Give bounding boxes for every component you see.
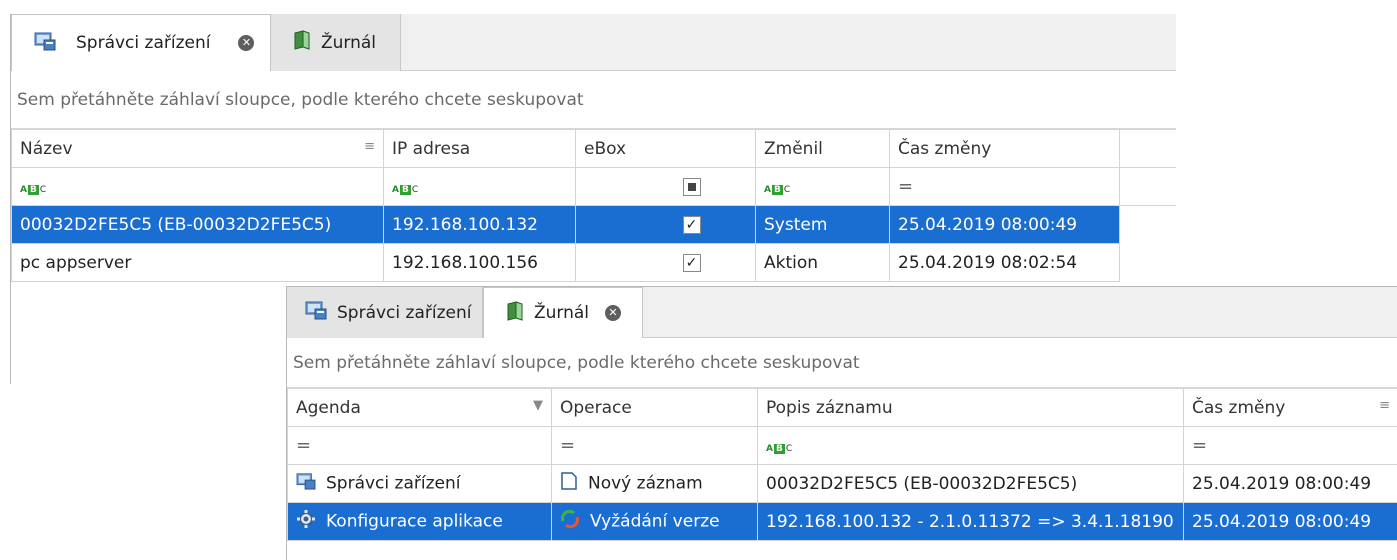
filter-cell-ip[interactable]: ABC	[383, 167, 576, 206]
filter-cell-operation[interactable]: =	[551, 426, 758, 465]
filter-row: ABC ABC ABC =	[11, 167, 1176, 206]
text-filter-icon: ABC	[766, 443, 793, 454]
text-filter-icon: ABC	[20, 184, 47, 195]
filter-cell-ebox[interactable]	[575, 167, 756, 206]
equals-filter-icon: =	[898, 176, 914, 197]
cell-ip: 192.168.100.156	[383, 243, 576, 282]
tab-label: Žurnál	[534, 303, 590, 323]
table-row[interactable]: pc appserver 192.168.100.156 ✓ Aktion 25…	[11, 243, 1177, 282]
grid-header-row: Agenda ▼ Operace Popis záznamu Čas změny ≡	[287, 388, 1397, 427]
cell-operation: Vyžádání verze	[551, 502, 758, 541]
column-header-name[interactable]: Název ≡	[11, 129, 384, 168]
cell-time: 25.04.2019 08:00:49	[889, 205, 1120, 244]
text-filter-icon: ABC	[392, 184, 419, 195]
column-header-agenda[interactable]: Agenda ▼	[287, 388, 552, 427]
column-header-ebox[interactable]: eBox	[575, 129, 756, 168]
tab-bar: Správci zařízení ✕ Žurnál	[11, 14, 1176, 71]
empty-cell	[1119, 205, 1176, 244]
equals-filter-icon: =	[560, 435, 576, 456]
cell-agenda: Konfigurace aplikace	[287, 502, 552, 541]
close-tab-icon[interactable]: ✕	[238, 35, 255, 51]
device-managers-icon	[305, 300, 327, 325]
group-by-panel[interactable]: Sem přetáhněte záhlaví sloupce, podle kt…	[287, 338, 1397, 388]
column-header-ip[interactable]: IP adresa	[383, 129, 576, 168]
tab-label: Správci zařízení	[76, 33, 211, 53]
journal-window: Správci zařízení Žurnál ✕ Sem přetáhněte…	[286, 286, 1397, 560]
filter-cell-time[interactable]: =	[889, 167, 1120, 206]
cell-agenda: Správci zařízení	[287, 464, 552, 503]
filter-cell-name[interactable]: ABC	[11, 167, 384, 206]
tab-label: Správci zařízení	[337, 302, 472, 323]
cell-changed-by: Aktion	[755, 243, 890, 282]
grid-header-row: Název ≡ IP adresa eBox Změnil Čas změny	[11, 129, 1176, 168]
cell-description: 192.168.100.132 - 2.1.0.11372 => 3.4.1.1…	[757, 502, 1184, 541]
cell-time: 25.04.2019 08:02:54	[889, 243, 1120, 282]
cell-name: pc appserver	[11, 243, 384, 282]
device-managers-icon	[296, 472, 316, 495]
table-row[interactable]: 00032D2FE5C5 (EB-00032D2FE5C5) 192.168.1…	[11, 205, 1176, 244]
equals-filter-icon: =	[1192, 435, 1208, 456]
indeterminate-checkbox[interactable]	[682, 177, 701, 196]
column-header-change-time[interactable]: Čas změny ≡	[1183, 388, 1397, 427]
cell-name: 00032D2FE5C5 (EB-00032D2FE5C5)	[11, 205, 384, 244]
devices-grid: Název ≡ IP adresa eBox Změnil Čas změny A…	[11, 129, 1176, 282]
cell-time: 25.04.2019 08:00:49	[1183, 464, 1397, 503]
cell-time: 25.04.2019 08:00:49	[1183, 502, 1397, 541]
journal-grid: Agenda ▼ Operace Popis záznamu Čas změny ≡…	[287, 388, 1397, 541]
group-panel-hint: Sem přetáhněte záhlaví sloupce, podle kt…	[17, 89, 584, 110]
text-filter-icon: ABC	[764, 184, 791, 195]
filter-row: = = ABC =	[287, 426, 1397, 465]
filter-cell-agenda[interactable]: =	[287, 426, 552, 465]
cell-ip: 192.168.100.132	[383, 205, 576, 244]
cell-description: 00032D2FE5C5 (EB-00032D2FE5C5)	[757, 464, 1184, 503]
tab-device-managers[interactable]: Správci zařízení	[287, 287, 483, 338]
cell-changed-by: System	[755, 205, 890, 244]
group-panel-hint: Sem přetáhněte záhlaví sloupce, podle kt…	[293, 352, 860, 373]
new-record-icon	[560, 471, 578, 496]
filter-cell-changed-by[interactable]: ABC	[755, 167, 890, 206]
cell-ebox: ✓	[575, 205, 756, 244]
column-header-operation[interactable]: Operace	[551, 388, 758, 427]
filter-cell-description[interactable]: ABC	[757, 426, 1184, 465]
table-row[interactable]: Správci zařízení Nový záznam 00032D2FE5C…	[287, 464, 1397, 503]
tab-bar: Správci zařízení Žurnál ✕	[287, 287, 1397, 338]
column-header-description[interactable]: Popis záznamu	[757, 388, 1184, 427]
gear-icon	[296, 509, 316, 534]
close-tab-icon[interactable]: ✕	[605, 305, 622, 321]
sort-ascending-icon[interactable]: ≡	[364, 139, 375, 154]
group-by-panel[interactable]: Sem přetáhněte záhlaví sloupce, podle kt…	[11, 71, 1176, 129]
device-managers-icon	[34, 31, 56, 56]
checked-checkbox[interactable]: ✓	[682, 215, 701, 234]
checked-checkbox[interactable]: ✓	[682, 253, 701, 272]
journal-book-icon	[293, 30, 311, 55]
tab-device-managers[interactable]: Správci zařízení ✕	[11, 14, 271, 71]
journal-book-icon	[506, 300, 524, 326]
tab-label: Žurnál	[321, 32, 377, 53]
sort-descending-icon[interactable]: ≡	[1379, 398, 1390, 413]
column-header-changed-by[interactable]: Změnil	[755, 129, 890, 168]
filter-funnel-icon[interactable]: ▼	[533, 398, 543, 413]
column-header-change-time[interactable]: Čas změny	[889, 129, 1120, 168]
empty-header-cell	[1119, 129, 1176, 168]
cell-ebox: ✓	[575, 243, 756, 282]
version-request-icon	[560, 509, 580, 534]
empty-cell	[1120, 244, 1177, 282]
equals-filter-icon: =	[296, 435, 312, 456]
empty-filter-cell	[1119, 167, 1176, 206]
filter-cell-time[interactable]: =	[1183, 426, 1397, 465]
cell-operation: Nový záznam	[551, 464, 758, 503]
table-row[interactable]: Konfigurace aplikace Vyžádání verze 192.…	[287, 502, 1397, 541]
tab-journal[interactable]: Žurnál ✕	[483, 287, 643, 338]
tab-journal[interactable]: Žurnál	[271, 14, 401, 71]
